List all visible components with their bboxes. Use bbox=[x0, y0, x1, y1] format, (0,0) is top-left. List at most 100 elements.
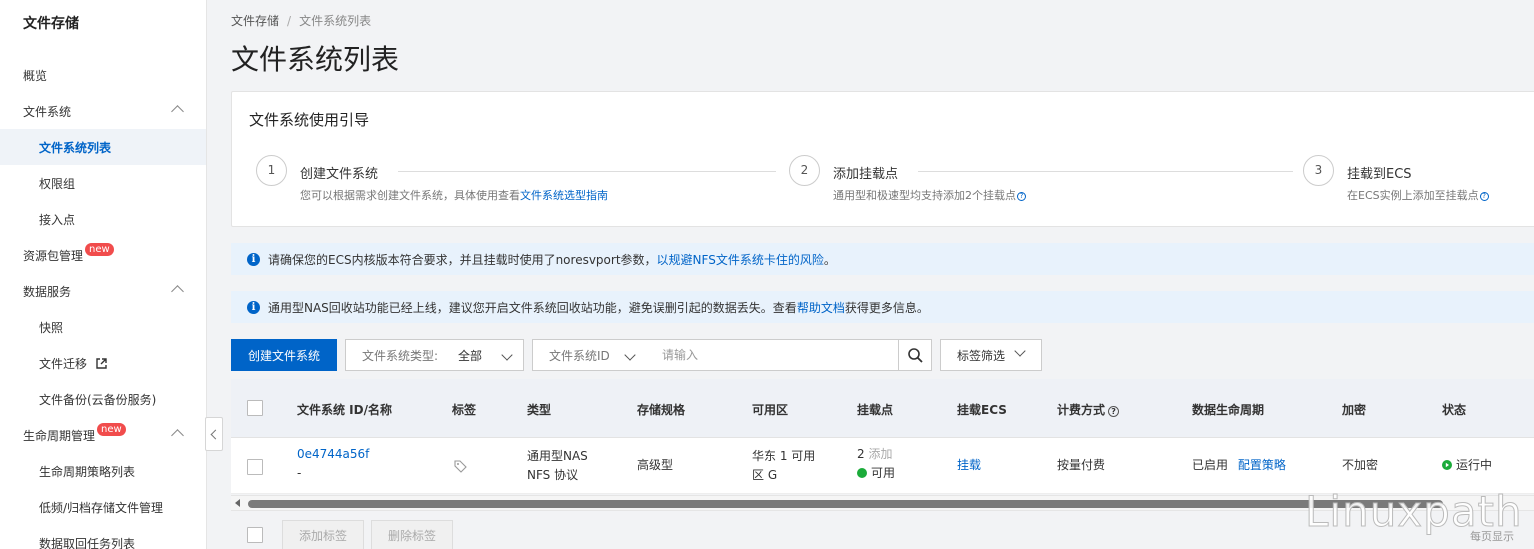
search-button[interactable] bbox=[898, 339, 932, 371]
column-header: 存储规格 bbox=[637, 403, 686, 417]
chevron-up-icon bbox=[171, 285, 184, 298]
mount-ecs-cell: 挂载 bbox=[957, 456, 981, 475]
configure-policy-link[interactable]: 配置策略 bbox=[1238, 458, 1286, 472]
select-all-checkbox[interactable] bbox=[247, 400, 263, 416]
tag-filter-button[interactable]: 标签筛选 bbox=[940, 339, 1042, 371]
help-icon[interactable]: ? bbox=[1108, 406, 1120, 417]
sidebar-item-filesystem[interactable]: 文件系统 bbox=[0, 93, 206, 129]
filesystem-id-cell: 0e4744a56f - bbox=[297, 445, 369, 483]
new-badge: new bbox=[97, 422, 126, 436]
sidebar-item-access-point[interactable]: 接入点 bbox=[0, 201, 206, 237]
sidebar-item-lifecycle[interactable]: 生命周期管理 new bbox=[0, 417, 206, 453]
column-header: 标签 bbox=[452, 403, 477, 417]
search-input[interactable] bbox=[646, 339, 899, 371]
column-header: 挂载ECS bbox=[957, 403, 1007, 417]
notice-suffix: 获得更多信息。 bbox=[844, 300, 929, 315]
page-title: 文件系统列表 bbox=[231, 43, 400, 76]
notice-link[interactable]: 以规避NFS文件系统卡住的风险 bbox=[657, 251, 824, 268]
filesystem-id-link[interactable]: 0e4744a56f bbox=[297, 447, 369, 461]
sidebar-item-snapshot[interactable]: 快照 bbox=[0, 309, 206, 345]
guide-title: 文件系统使用引导 bbox=[249, 111, 370, 129]
step-desc-text: 在ECS实例上添加至挂载点 bbox=[1347, 189, 1479, 202]
tag-filter-label: 标签筛选 bbox=[957, 348, 1006, 363]
add-mount-link[interactable]: 添加 bbox=[868, 447, 892, 461]
sidebar-item-label: 低频/归档存储文件管理 bbox=[39, 500, 164, 515]
sidebar-item-file-backup[interactable]: 文件备份(云备份服务) bbox=[0, 381, 206, 417]
sidebar-item-data-service[interactable]: 数据服务 bbox=[0, 273, 206, 309]
column-header: 可用区 bbox=[752, 403, 789, 417]
notice-recycle-bin: i 通用型NAS回收站功能已经上线，建议您开启文件系统回收站功能，避免误删引起的… bbox=[231, 291, 1534, 323]
mount-ecs-link[interactable]: 挂载 bbox=[957, 458, 981, 472]
sidebar-item-archive-files[interactable]: 低频/归档存储文件管理 bbox=[0, 489, 206, 525]
status-text: 运行中 bbox=[1456, 458, 1493, 472]
notice-kernel: i 请确保您的ECS内核版本符合要求，并且挂载时使用了noresvport参数，… bbox=[231, 243, 1534, 275]
sidebar-item-permission-group[interactable]: 权限组 bbox=[0, 165, 206, 201]
lifecycle-cell: 已启用 配置策略 bbox=[1192, 456, 1286, 475]
zone-line2: 区 G bbox=[752, 468, 778, 482]
status-cell: 运行中 bbox=[1442, 456, 1492, 475]
mount-status: 可用 bbox=[871, 466, 896, 480]
type-line2: NFS 协议 bbox=[527, 468, 579, 482]
scroll-left-arrow-icon[interactable] bbox=[235, 499, 240, 507]
chevron-down-icon bbox=[501, 349, 513, 361]
select-value: 文件系统ID bbox=[549, 348, 610, 363]
sidebar-item-retrieve-tasks[interactable]: 数据取回任务列表 bbox=[0, 525, 206, 549]
selection-guide-link[interactable]: 文件系统选型指南 bbox=[520, 189, 608, 202]
mount-count: 2 bbox=[857, 447, 865, 461]
add-tag-button[interactable]: 添加标签 bbox=[282, 520, 364, 549]
sidebar-item-label: 快照 bbox=[39, 320, 64, 335]
sidebar-item-file-migration[interactable]: 文件迁移 bbox=[0, 345, 206, 381]
column-header: 数据生命周期 bbox=[1192, 403, 1265, 417]
column-header: 状态 bbox=[1442, 403, 1467, 417]
sidebar-item-lifecycle-policy[interactable]: 生命周期策略列表 bbox=[0, 453, 206, 489]
notice-text: 请确保您的ECS内核版本符合要求，并且挂载时使用了noresvport参数， bbox=[268, 252, 657, 267]
sidebar-item-label: 生命周期管理 bbox=[23, 428, 96, 443]
step-connector bbox=[918, 171, 1293, 172]
step-title: 挂载到ECS bbox=[1347, 167, 1412, 182]
delete-tag-button[interactable]: 删除标签 bbox=[371, 520, 453, 549]
chevron-left-icon bbox=[210, 429, 221, 439]
row-checkbox[interactable] bbox=[247, 459, 263, 475]
filesystem-type-select[interactable]: 文件系统类型: 全部 bbox=[345, 339, 524, 371]
help-icon[interactable]: ? bbox=[1479, 191, 1489, 201]
sidebar-item-label: 资源包管理 bbox=[23, 248, 84, 263]
running-icon bbox=[1442, 460, 1452, 470]
step-number: 2 bbox=[789, 155, 820, 186]
new-badge: new bbox=[85, 242, 114, 256]
sidebar: 文件存储 概览 文件系统 文件系统列表 权限组 接入点 资源包管理 new 数据… bbox=[0, 0, 207, 549]
notice-suffix: 。 bbox=[823, 252, 836, 267]
spec-cell: 高级型 bbox=[637, 458, 674, 472]
type-line1: 通用型NAS bbox=[527, 449, 588, 463]
chevron-down-icon bbox=[624, 349, 636, 361]
sidebar-item-label: 权限组 bbox=[39, 176, 76, 191]
step-desc-text: 通用型和极速型均支持添加2个挂载点 bbox=[833, 189, 1016, 202]
breadcrumb-separator: / bbox=[287, 14, 292, 28]
usage-guide-panel: 文件系统使用引导 1 创建文件系统 您可以根据需求创建文件系统，具体使用查看文件… bbox=[231, 91, 1534, 227]
sidebar-item-overview[interactable]: 概览 bbox=[0, 57, 206, 93]
step-title: 创建文件系统 bbox=[300, 167, 379, 182]
sidebar-item-filesystem-list[interactable]: 文件系统列表 bbox=[0, 129, 206, 165]
step-title: 添加挂载点 bbox=[833, 167, 899, 182]
notice-text: 通用型NAS回收站功能已经上线，建议您开启文件系统回收站功能，避免误删引起的数据… bbox=[268, 300, 797, 315]
select-value: 全部 bbox=[458, 348, 483, 363]
create-filesystem-button[interactable]: 创建文件系统 bbox=[231, 339, 337, 371]
bulk-select-checkbox[interactable] bbox=[247, 527, 263, 543]
sidebar-item-label: 生命周期策略列表 bbox=[39, 464, 136, 479]
column-header: 文件系统 ID/名称 bbox=[297, 403, 392, 417]
sidebar-collapse-button[interactable] bbox=[205, 417, 223, 451]
info-icon: i bbox=[247, 252, 260, 266]
help-doc-link[interactable]: 帮助文档 bbox=[797, 299, 845, 316]
encryption-cell: 不加密 bbox=[1342, 458, 1379, 472]
help-icon[interactable]: ? bbox=[1017, 191, 1026, 201]
sidebar-item-resource-package[interactable]: 资源包管理 new bbox=[0, 237, 206, 273]
lifecycle-status: 已启用 bbox=[1192, 458, 1229, 472]
scrollbar-thumb[interactable] bbox=[248, 500, 1443, 508]
sidebar-item-label: 文件系统列表 bbox=[39, 140, 112, 155]
column-header: 加密 bbox=[1342, 403, 1367, 417]
step-desc: 通用型和极速型均支持添加2个挂载点? bbox=[833, 187, 1026, 203]
info-icon: i bbox=[247, 300, 260, 314]
tag-icon[interactable] bbox=[454, 460, 467, 473]
search-field-select[interactable]: 文件系统ID bbox=[532, 339, 647, 371]
breadcrumb-root[interactable]: 文件存储 bbox=[231, 14, 279, 28]
table-row: 0e4744a56f - 通用型NAS NFS 协议 高级型 华东 1 可用 区… bbox=[231, 438, 1534, 494]
